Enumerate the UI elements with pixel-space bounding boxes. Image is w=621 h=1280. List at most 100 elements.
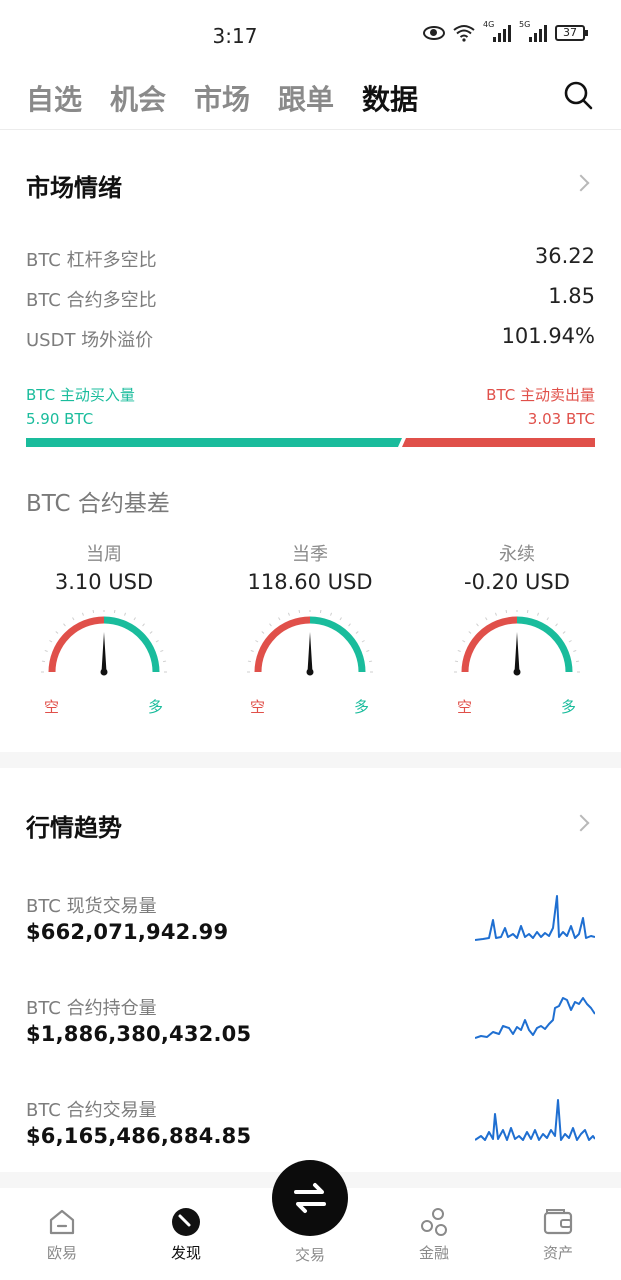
sparkline-line [475, 1099, 595, 1141]
gauge-tick [113, 610, 116, 613]
gauge-tick [494, 612, 497, 616]
compass-icon [172, 1208, 200, 1236]
gauge-tick [163, 660, 167, 663]
gauge-tick [261, 631, 265, 634]
gauge-tick [49, 640, 53, 643]
nav-label-trade[interactable]: 交易 [270, 1244, 350, 1265]
sentiment-row-label: USDT 场外溢价 [26, 330, 154, 351]
trade-button[interactable] [272, 1160, 348, 1236]
gauge-long-label: 多 [148, 698, 164, 716]
gauge-tick [250, 649, 254, 652]
sentiment-row-value: 101.94% [501, 324, 595, 348]
status-time: 3:17 [212, 24, 258, 48]
gauge-long-label: 多 [354, 698, 370, 716]
nav-label: 金融 [418, 1244, 449, 1262]
gauge-tick [339, 617, 342, 621]
trend-row-label: BTC 现货交易量 [26, 896, 157, 917]
gauge-tick [573, 649, 577, 652]
nav-assets[interactable]: 资产 [518, 1206, 598, 1263]
gauge-tick [298, 610, 301, 613]
tab-data[interactable]: 数据 [362, 78, 418, 118]
futures-volume-sparkline [475, 1099, 595, 1141]
gauge-long-arc [309, 616, 366, 673]
gauge-needle [514, 632, 520, 672]
search-icon[interactable] [563, 80, 593, 110]
trend-row-value: $1,886,380,432.05 [26, 1022, 252, 1046]
network-type-2: 5G [519, 20, 531, 29]
gauge-short-label: 空 [250, 698, 266, 716]
signal-icon-1: 4G [483, 20, 511, 42]
gauge-tick [149, 631, 153, 634]
trend-row-value: $6,165,486,884.85 [26, 1124, 252, 1148]
taker-sell-label: BTC 主动卖出量 [486, 386, 595, 404]
gauge-tick [361, 640, 365, 643]
gauge-tick [124, 612, 127, 616]
sentiment-chevron-icon[interactable] [572, 174, 590, 192]
gauge-dial [41, 610, 167, 676]
status-icons: 4G 5G 37 [423, 20, 588, 42]
gauge-tick [462, 640, 466, 643]
taker-sell-bar-segment [402, 438, 595, 447]
nav-discover[interactable]: 发现 [146, 1206, 226, 1263]
trend-chevron-icon[interactable] [572, 814, 590, 832]
gauge-tick [468, 631, 472, 634]
open-interest-sparkline [475, 997, 595, 1039]
nav-label: 欧易 [46, 1244, 77, 1262]
sentiment-row: BTC 杠杆多空比 36.22 [26, 244, 595, 274]
gauge-tick [457, 649, 461, 652]
taker-buy-label: BTC 主动买入量 [26, 386, 135, 404]
sentiment-row-label: BTC 合约多空比 [26, 290, 157, 311]
gauge-tick [576, 660, 580, 663]
gauge-name: 当周 [86, 544, 122, 565]
taker-flow-bar [26, 438, 595, 447]
wifi-icon [453, 25, 475, 42]
gauge-value: 3.10 USD [54, 570, 154, 594]
gauge-tick [63, 623, 66, 627]
gauge-tick [526, 610, 529, 613]
gauge-short-arc [461, 616, 518, 673]
gauge-short-label: 空 [457, 698, 473, 716]
nav-okx[interactable]: 欧易 [22, 1206, 102, 1263]
gauge-needle [101, 632, 107, 672]
gauge-tick [366, 649, 370, 652]
eye-icon [423, 26, 445, 40]
gauge-tick [330, 612, 333, 616]
gauge-name: 永续 [499, 544, 535, 565]
gauge-tick [454, 660, 458, 663]
basis-title: BTC 合约基差 [26, 491, 170, 517]
gauge-tick [41, 660, 45, 663]
gauge-tick [92, 610, 95, 613]
gauge-dial [454, 610, 580, 676]
tab-markets[interactable]: 市场 [194, 78, 250, 118]
gauge-tick [278, 617, 281, 621]
gauge-tick [287, 612, 290, 616]
gauge-tick [562, 631, 566, 634]
gauge-tick [555, 623, 558, 627]
sentiment-row-value: 1.85 [548, 284, 595, 308]
gauge-tick [319, 610, 322, 613]
signal-icon-2: 5G [519, 20, 547, 42]
gauge-long-label: 多 [561, 698, 577, 716]
tab-watchlist[interactable]: 自选 [26, 78, 82, 118]
nav-finance[interactable]: 金融 [394, 1206, 474, 1263]
gauge-name: 当季 [292, 544, 328, 565]
status-bar: 3:17 4G 5G 37 [0, 0, 621, 64]
gauge-tick [355, 631, 359, 634]
nav-label: 资产 [542, 1244, 573, 1262]
sentiment-title: 市场情绪 [26, 174, 122, 202]
gauge-tick [546, 617, 549, 621]
taker-sell-value: 3.03 BTC [527, 410, 595, 428]
sparkline-line [475, 895, 595, 941]
basis-gauge-weekly: 当周 3.10 USD 空 多 [14, 540, 194, 716]
gauge-tick [476, 623, 479, 627]
gauge-tick [160, 649, 164, 652]
taker-buy-value: 5.90 BTC [26, 410, 94, 428]
tab-copy-trading[interactable]: 跟单 [278, 78, 334, 118]
tab-opportunities[interactable]: 机会 [110, 78, 166, 118]
gauge-tick [269, 623, 272, 627]
trend-row-label: BTC 合约交易量 [26, 1100, 157, 1121]
sentiment-row-label: BTC 杠杆多空比 [26, 250, 157, 271]
swap-icon [294, 1183, 326, 1213]
gauge-short-arc [254, 616, 311, 673]
basis-gauge-quarterly: 当季 118.60 USD 空 多 [220, 540, 400, 716]
